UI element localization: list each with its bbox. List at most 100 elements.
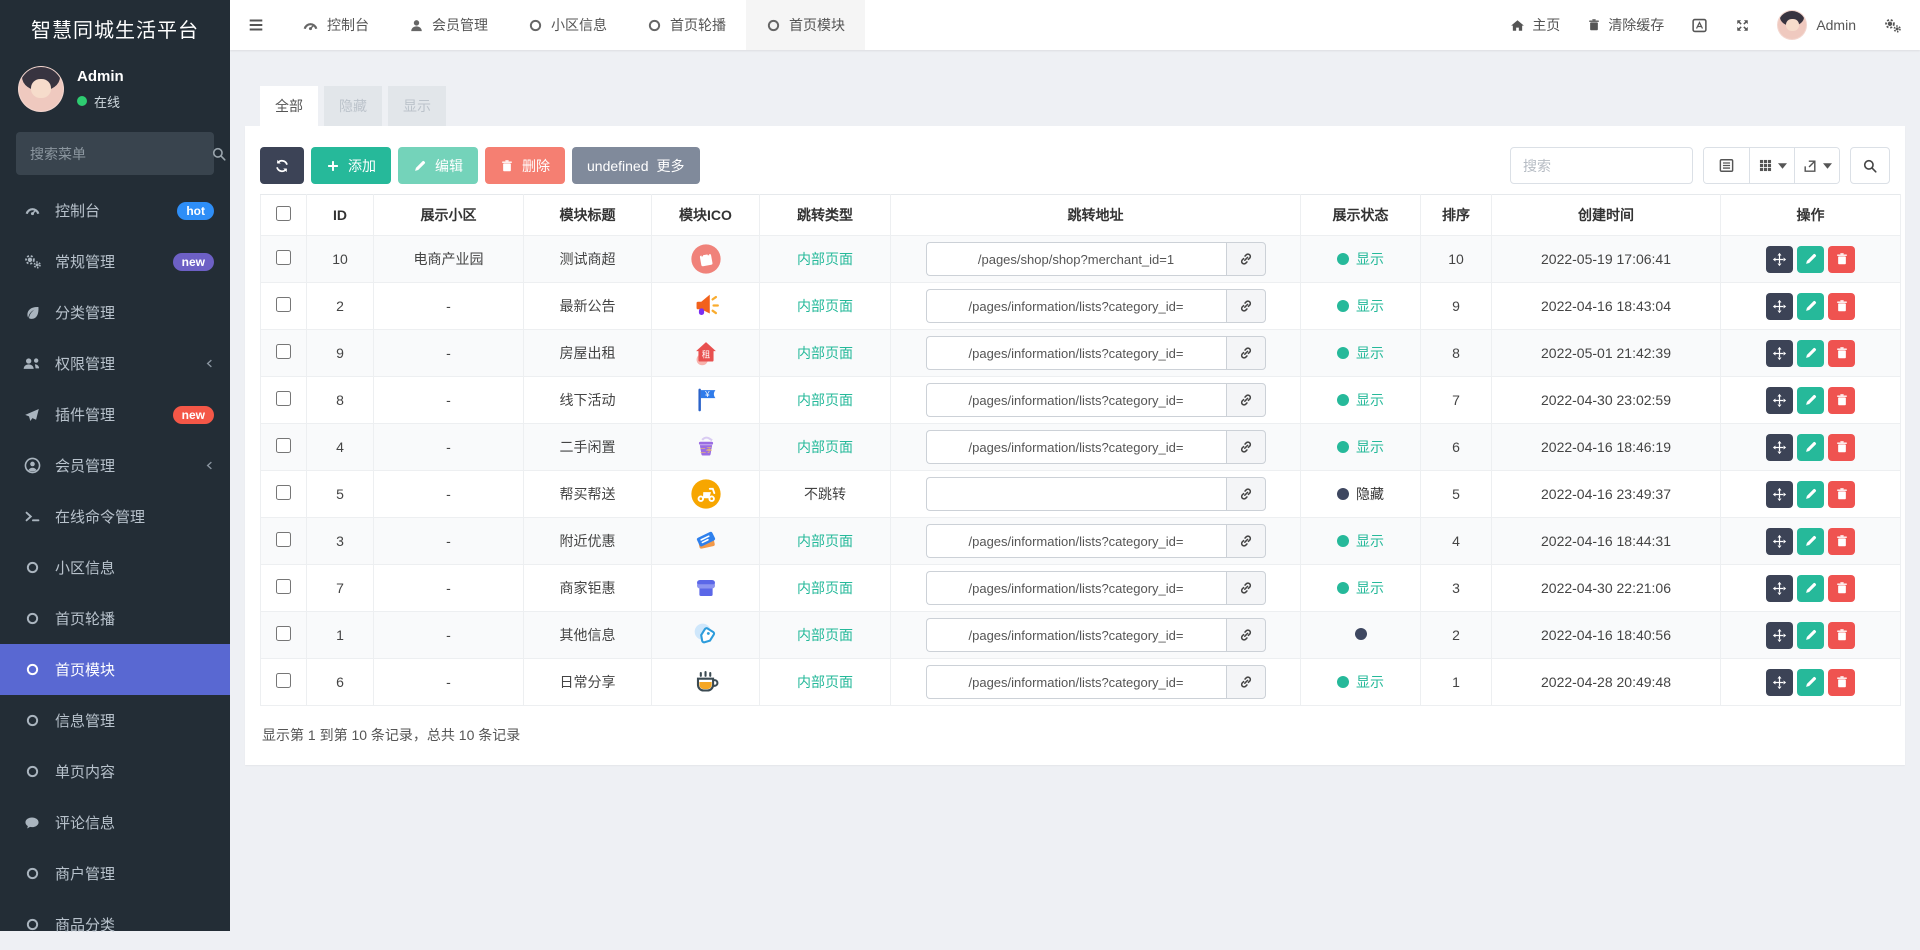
row-delete-button[interactable] xyxy=(1828,386,1855,414)
sidebar-item-5[interactable]: 会员管理 xyxy=(0,440,230,491)
navbar-username[interactable]: Admin xyxy=(1816,17,1856,33)
sidebar-item-12[interactable]: 评论信息 xyxy=(0,797,230,848)
sidebar-item-9[interactable]: 首页模块 xyxy=(0,644,230,695)
top-tab-2[interactable]: 小区信息 xyxy=(508,0,627,50)
row-checkbox[interactable] xyxy=(276,485,291,500)
sidebar-item-1[interactable]: 常规管理 new xyxy=(0,236,230,287)
delete-button[interactable]: 删除 xyxy=(485,147,565,184)
table-search-input[interactable] xyxy=(1510,147,1693,184)
sidebar-item-6[interactable]: 在线命令管理 xyxy=(0,491,230,542)
sidebar-search-input[interactable] xyxy=(30,145,211,162)
top-tab-0[interactable]: 控制台 xyxy=(282,0,389,50)
drag-sort-button[interactable] xyxy=(1766,527,1793,555)
sidebar-item-14[interactable]: 商品分类 xyxy=(0,899,230,950)
url-input[interactable] xyxy=(925,430,1226,464)
edit-button[interactable]: 编辑 xyxy=(398,147,478,184)
row-checkbox[interactable] xyxy=(276,250,291,265)
top-tab-3[interactable]: 首页轮播 xyxy=(627,0,746,50)
drag-sort-button[interactable] xyxy=(1766,668,1793,696)
export-button[interactable] xyxy=(1794,148,1839,183)
row-edit-button[interactable] xyxy=(1797,480,1824,508)
link-button[interactable] xyxy=(1225,571,1266,605)
row-checkbox[interactable] xyxy=(276,391,291,406)
row-delete-button[interactable] xyxy=(1828,480,1855,508)
search-toggle-button[interactable] xyxy=(1850,147,1890,184)
row-checkbox[interactable] xyxy=(276,626,291,641)
sidebar-item-7[interactable]: 小区信息 xyxy=(0,542,230,593)
row-edit-button[interactable] xyxy=(1797,527,1824,555)
sidebar-item-2[interactable]: 分类管理 xyxy=(0,287,230,338)
drag-sort-button[interactable] xyxy=(1766,245,1793,273)
home-link[interactable]: 主页 xyxy=(1510,15,1560,35)
language-button[interactable] xyxy=(1691,17,1708,34)
filter-tab-0[interactable]: 全部 xyxy=(260,86,318,126)
row-delete-button[interactable] xyxy=(1828,574,1855,602)
row-edit-button[interactable] xyxy=(1797,621,1824,649)
sidebar-item-10[interactable]: 信息管理 xyxy=(0,695,230,746)
link-button[interactable] xyxy=(1225,336,1266,370)
drag-sort-button[interactable] xyxy=(1766,621,1793,649)
clear-cache-link[interactable]: 清除缓存 xyxy=(1587,15,1664,35)
row-checkbox[interactable] xyxy=(276,673,291,688)
filter-tab-2[interactable]: 显示 xyxy=(388,86,446,126)
link-button[interactable] xyxy=(1225,242,1266,276)
link-button[interactable] xyxy=(1225,477,1266,511)
sidebar-item-13[interactable]: 商户管理 xyxy=(0,848,230,899)
navbar-avatar[interactable] xyxy=(1777,10,1808,40)
refresh-button[interactable] xyxy=(260,147,304,184)
detail-view-button[interactable] xyxy=(1704,148,1749,183)
link-button[interactable] xyxy=(1225,383,1266,417)
row-checkbox[interactable] xyxy=(276,579,291,594)
row-delete-button[interactable] xyxy=(1828,433,1855,461)
row-edit-button[interactable] xyxy=(1797,292,1824,320)
row-checkbox[interactable] xyxy=(276,344,291,359)
sidebar-item-4[interactable]: 插件管理 new xyxy=(0,389,230,440)
url-input[interactable] xyxy=(925,618,1226,652)
columns-button[interactable] xyxy=(1749,148,1794,183)
drag-sort-button[interactable] xyxy=(1766,292,1793,320)
url-input[interactable] xyxy=(925,665,1226,699)
row-checkbox[interactable] xyxy=(276,297,291,312)
filter-tab-1[interactable]: 隐藏 xyxy=(324,86,382,126)
row-edit-button[interactable] xyxy=(1797,668,1824,696)
row-delete-button[interactable] xyxy=(1828,292,1855,320)
link-button[interactable] xyxy=(1225,524,1266,558)
row-delete-button[interactable] xyxy=(1828,527,1855,555)
url-input[interactable] xyxy=(925,383,1226,417)
row-edit-button[interactable] xyxy=(1797,386,1824,414)
url-input[interactable] xyxy=(925,571,1226,605)
row-delete-button[interactable] xyxy=(1828,245,1855,273)
top-tab-1[interactable]: 会员管理 xyxy=(389,0,508,50)
sidebar-item-11[interactable]: 单页内容 xyxy=(0,746,230,797)
row-delete-button[interactable] xyxy=(1828,339,1855,367)
url-input[interactable] xyxy=(925,336,1226,370)
drag-sort-button[interactable] xyxy=(1766,339,1793,367)
row-delete-button[interactable] xyxy=(1828,621,1855,649)
settings-button[interactable] xyxy=(1883,17,1902,34)
row-edit-button[interactable] xyxy=(1797,245,1824,273)
sidebar-item-0[interactable]: 控制台 hot xyxy=(0,185,230,236)
row-delete-button[interactable] xyxy=(1828,668,1855,696)
url-input[interactable] xyxy=(925,289,1226,323)
fullscreen-button[interactable] xyxy=(1735,18,1750,33)
link-button[interactable] xyxy=(1225,618,1266,652)
link-button[interactable] xyxy=(1225,430,1266,464)
more-button[interactable]: undefined 更多 xyxy=(572,147,700,184)
drag-sort-button[interactable] xyxy=(1766,480,1793,508)
select-all-checkbox[interactable] xyxy=(276,206,291,221)
link-button[interactable] xyxy=(1225,289,1266,323)
row-edit-button[interactable] xyxy=(1797,339,1824,367)
sidebar-item-8[interactable]: 首页轮播 xyxy=(0,593,230,644)
row-checkbox[interactable] xyxy=(276,438,291,453)
url-input[interactable] xyxy=(925,242,1226,276)
row-checkbox[interactable] xyxy=(276,532,291,547)
sidebar-item-3[interactable]: 权限管理 xyxy=(0,338,230,389)
top-tab-4[interactable]: 首页模块 xyxy=(746,0,865,50)
drag-sort-button[interactable] xyxy=(1766,574,1793,602)
link-button[interactable] xyxy=(1225,665,1266,699)
drag-sort-button[interactable] xyxy=(1766,386,1793,414)
row-edit-button[interactable] xyxy=(1797,574,1824,602)
add-button[interactable]: 添加 xyxy=(311,147,391,184)
drag-sort-button[interactable] xyxy=(1766,433,1793,461)
url-input[interactable] xyxy=(925,524,1226,558)
